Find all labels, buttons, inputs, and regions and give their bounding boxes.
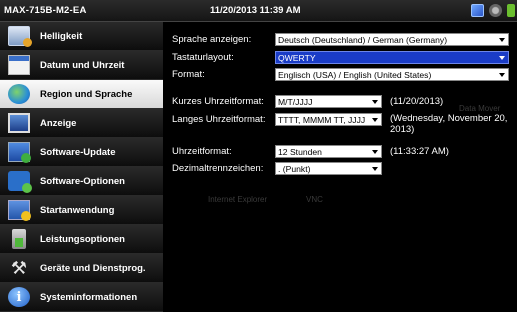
- chevron-down-icon: [499, 73, 505, 77]
- sidebar-item-label: Datum und Uhrzeit: [40, 59, 125, 71]
- chevron-down-icon: [499, 56, 505, 60]
- info-icon: i: [8, 287, 30, 307]
- sidebar-item-label: Region und Sprache: [40, 88, 133, 100]
- settings-icon[interactable]: [489, 4, 502, 17]
- device-name: MAX-715B-M2-EA: [4, 5, 87, 16]
- ghost-browser-label: Internet Explorer: [208, 195, 268, 204]
- startup-app-icon: [8, 200, 31, 221]
- sidebar-item-label: Leistungsoptionen: [40, 233, 125, 245]
- clock: 11/20/2013 11:39 AM: [210, 5, 301, 16]
- time-format-label: Uhrzeitformat:: [172, 146, 232, 157]
- sidebar-item-region-language[interactable]: Region und Sprache: [0, 80, 163, 109]
- sidebar-item-brightness[interactable]: Helligkeit: [0, 22, 163, 51]
- keyboard-layout-value: QWERTY: [278, 53, 316, 63]
- long-date-preview: (Wednesday, November 20, 2013): [390, 113, 508, 135]
- sidebar-item-devices-tools[interactable]: ⚒ Geräte und Dienstprog.: [0, 254, 163, 283]
- sidebar-item-label: Geräte und Dienstprog.: [40, 262, 146, 274]
- sidebar-item-system-info[interactable]: i Systeminformationen: [0, 283, 163, 312]
- format-select[interactable]: Englisch (USA) / English (United States): [275, 68, 509, 81]
- title-bar: MAX-715B-M2-EA 11/20/2013 11:39 AM: [0, 0, 517, 22]
- chevron-down-icon: [499, 38, 505, 42]
- sidebar-item-label: Anzeige: [40, 117, 77, 129]
- time-format-preview: (11:33:27 AM): [390, 146, 449, 157]
- power-icon: [12, 229, 26, 249]
- chevron-down-icon: [372, 167, 378, 171]
- calendar-icon: [8, 55, 30, 75]
- chevron-down-icon: [372, 118, 378, 122]
- ghost-vnc-label: VNC: [306, 195, 323, 204]
- keyboard-layout-label: Tastaturlayout:: [172, 52, 234, 63]
- short-date-value: M/T/JJJJ: [278, 97, 313, 107]
- software-options-icon: [8, 171, 32, 193]
- ghost-data-mover-label: Data Mover: [459, 104, 501, 113]
- format-value: Englisch (USA) / English (United States): [278, 70, 432, 80]
- battery-icon[interactable]: [507, 4, 515, 17]
- sidebar-item-software-options[interactable]: Software-Optionen: [0, 167, 163, 196]
- display-language-label: Sprache anzeigen:: [172, 34, 252, 45]
- settings-sidebar: Helligkeit Datum und Uhrzeit Region und …: [0, 22, 163, 312]
- sidebar-item-label: Startanwendung: [40, 204, 115, 216]
- sidebar-item-power-options[interactable]: Leistungsoptionen: [0, 225, 163, 254]
- display-icon: [8, 113, 30, 133]
- sidebar-item-startup-app[interactable]: Startanwendung: [0, 196, 163, 225]
- decimal-separator-select[interactable]: . (Punkt): [275, 162, 382, 175]
- format-label: Format:: [172, 69, 205, 80]
- brightness-icon: [8, 26, 32, 47]
- chevron-down-icon: [372, 100, 378, 104]
- sidebar-item-date-time[interactable]: Datum und Uhrzeit: [0, 51, 163, 80]
- short-date-preview: (11/20/2013): [390, 96, 444, 107]
- sidebar-item-label: Software-Optionen: [40, 175, 125, 187]
- update-icon: [8, 142, 31, 163]
- time-format-select[interactable]: 12 Stunden: [275, 145, 382, 158]
- long-date-select[interactable]: TTTT, MMMM TT, JJJJ: [275, 113, 382, 126]
- short-date-select[interactable]: M/T/JJJJ: [275, 95, 382, 108]
- decimal-separator-label: Dezimaltrennzeichen:: [172, 163, 264, 174]
- display-language-value: Deutsch (Deutschland) / German (Germany): [278, 35, 448, 45]
- short-date-label: Kurzes Uhrzeitformat:: [172, 96, 264, 107]
- long-date-label: Langes Uhrzeitformat:: [172, 114, 266, 125]
- chevron-down-icon: [372, 150, 378, 154]
- sidebar-item-software-update[interactable]: Software-Update: [0, 138, 163, 167]
- display-language-select[interactable]: Deutsch (Deutschland) / German (Germany): [275, 33, 509, 46]
- region-language-panel: Internet Explorer VNC Data Mover Sprache…: [163, 22, 517, 312]
- long-date-value: TTTT, MMMM TT, JJJJ: [278, 115, 366, 125]
- globe-icon: [8, 84, 30, 104]
- sidebar-item-label: Helligkeit: [40, 30, 83, 42]
- keyboard-layout-select[interactable]: QWERTY: [275, 51, 509, 64]
- tools-icon: ⚒: [10, 258, 28, 278]
- sidebar-item-display[interactable]: Anzeige: [0, 109, 163, 138]
- sidebar-item-label: Systeminformationen: [40, 291, 138, 303]
- network-icon[interactable]: [471, 4, 484, 17]
- sidebar-item-label: Software-Update: [40, 146, 116, 158]
- system-tray: [471, 4, 515, 17]
- time-format-value: 12 Stunden: [278, 147, 322, 157]
- decimal-separator-value: . (Punkt): [278, 164, 311, 174]
